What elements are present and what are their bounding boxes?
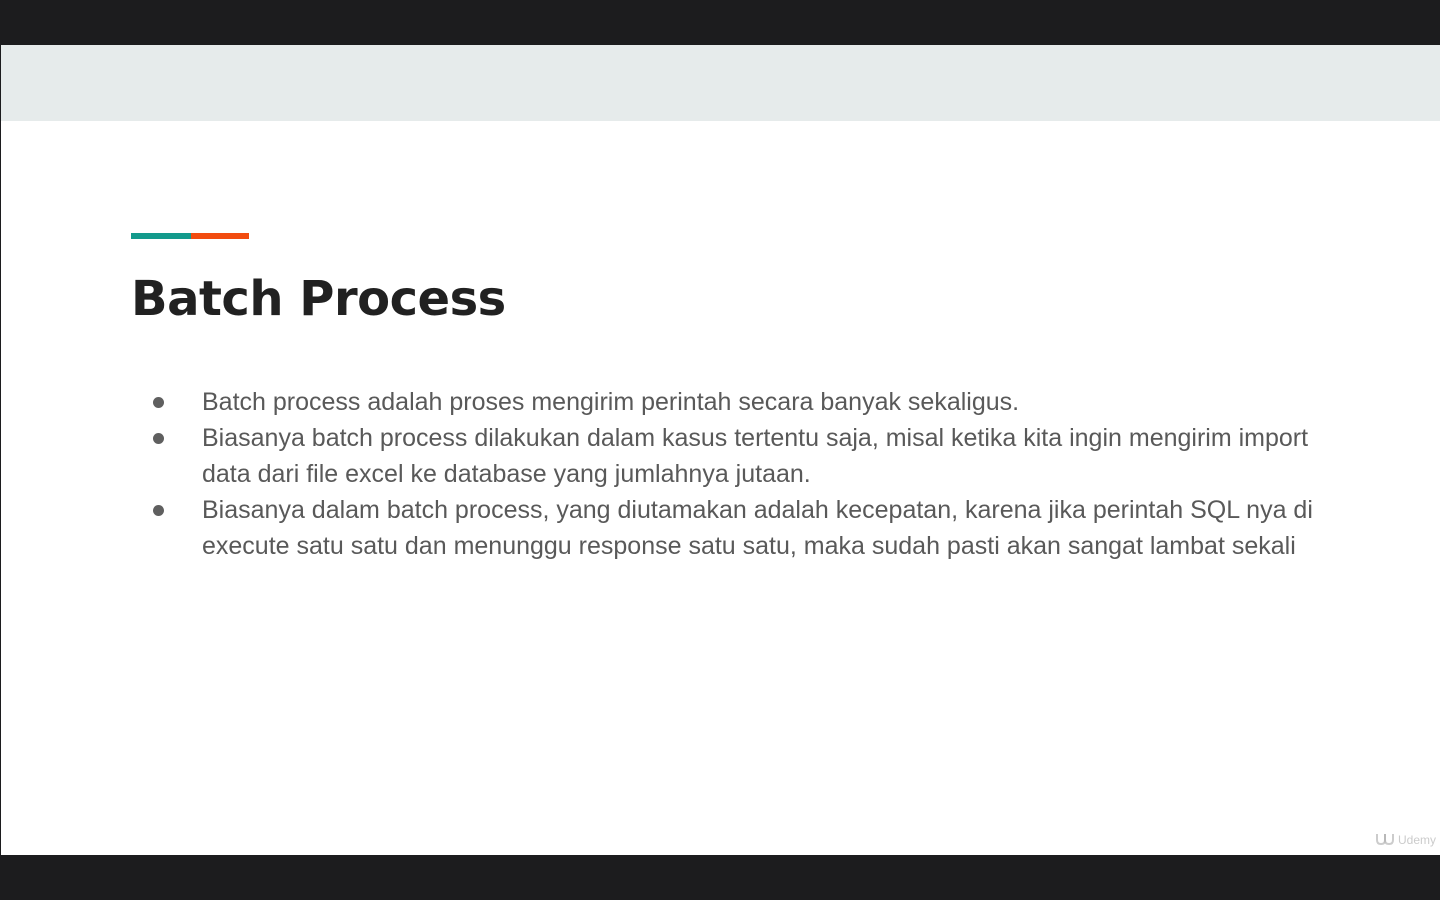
bullet-text: Biasanya batch process dilakukan dalam k… [202, 424, 1309, 488]
bullet-item: Batch process adalah proses mengirim per… [151, 384, 1321, 420]
letterbox-top [0, 0, 1440, 45]
bullet-item: Biasanya dalam batch process, yang diuta… [151, 492, 1321, 564]
title-accent-line [131, 233, 249, 239]
accent-orange-segment [191, 233, 249, 239]
udemy-watermark-text: Udemy [1397, 832, 1436, 847]
bullet-dot-icon [153, 433, 164, 444]
bullet-list: Batch process adalah proses mengirim per… [151, 384, 1321, 564]
bullet-dot-icon [153, 505, 164, 516]
slide-title: Batch Process [131, 271, 506, 327]
presentation-slide: Batch Process Batch process adalah prose… [1, 45, 1440, 855]
bullet-dot-icon [153, 397, 164, 408]
accent-teal-segment [131, 233, 191, 239]
bullet-text: Batch process adalah proses mengirim per… [202, 388, 1020, 416]
bullet-item: Biasanya batch process dilakukan dalam k… [151, 420, 1321, 492]
letterbox-bottom [0, 855, 1440, 900]
bullet-text: Biasanya dalam batch process, yang diuta… [202, 496, 1313, 560]
udemy-logo-icon [1375, 830, 1395, 849]
slide-header-band [1, 45, 1440, 121]
udemy-watermark: Udemy [1375, 830, 1436, 849]
